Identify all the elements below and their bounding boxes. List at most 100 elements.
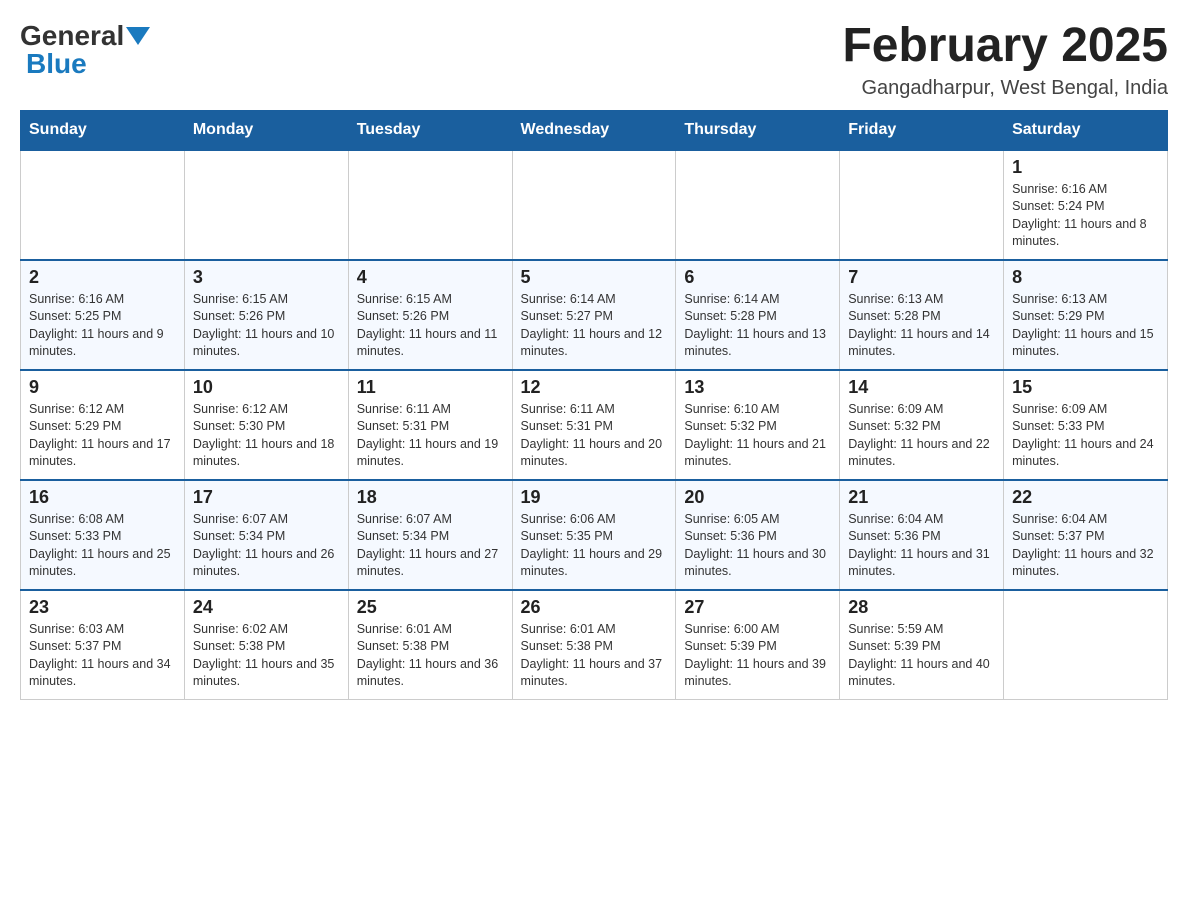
calendar-cell: 2Sunrise: 6:16 AMSunset: 5:25 PMDaylight… [21,260,185,370]
calendar-cell: 10Sunrise: 6:12 AMSunset: 5:30 PMDayligh… [184,370,348,480]
calendar-cell [1004,590,1168,700]
day-number: 13 [684,377,831,398]
day-info: Sunrise: 5:59 AMSunset: 5:39 PMDaylight:… [848,621,995,691]
day-number: 15 [1012,377,1159,398]
day-number: 8 [1012,267,1159,288]
calendar-col-friday: Friday [840,110,1004,150]
day-number: 19 [521,487,668,508]
day-info: Sunrise: 6:15 AMSunset: 5:26 PMDaylight:… [357,291,504,361]
day-number: 17 [193,487,340,508]
calendar-cell: 9 Sunrise: 6:12 AMSunset: 5:29 PMDaylight… [21,370,185,480]
day-number: 20 [684,487,831,508]
day-info: Sunrise: 6:12 AMSunset: 5:29 PMDaylight:… [29,401,176,471]
day-number: 23 [29,597,176,618]
day-number: 14 [848,377,995,398]
day-number: 3 [193,267,340,288]
day-number: 24 [193,597,340,618]
day-info: Sunrise: 6:04 AMSunset: 5:36 PMDaylight:… [848,511,995,581]
day-info: Sunrise: 6:01 AMSunset: 5:38 PMDaylight:… [521,621,668,691]
calendar-col-sunday: Sunday [21,110,185,150]
day-number: 21 [848,487,995,508]
calendar-cell: 23 Sunrise: 6:03 AMSunset: 5:37 PMDayligh… [21,590,185,700]
day-info: Sunrise: 6:10 AMSunset: 5:32 PMDaylight:… [684,401,831,471]
title-section: February 2025 Gangadharpur, West Bengal,… [842,20,1168,100]
calendar-cell [21,150,185,260]
calendar-cell [512,150,676,260]
calendar-cell: 4 Sunrise: 6:15 AMSunset: 5:26 PMDaylight… [348,260,512,370]
calendar-cell: 22Sunrise: 6:04 AMSunset: 5:37 PMDayligh… [1004,480,1168,590]
day-info: Sunrise: 6:11 AMSunset: 5:31 PMDaylight:… [357,401,504,471]
calendar-week-row: 1 Sunrise: 6:16 AMSunset: 5:24 PMDaylight… [21,150,1168,260]
day-info: Sunrise: 6:03 AMSunset: 5:37 PMDaylight:… [29,621,176,691]
day-number: 4 [357,267,504,288]
day-number: 7 [848,267,995,288]
calendar-header-row: SundayMondayTuesdayWednesdayThursdayFrid… [21,110,1168,150]
day-info: Sunrise: 6:16 AMSunset: 5:24 PMDaylight:… [1012,181,1159,251]
calendar-cell: 7 Sunrise: 6:13 AMSunset: 5:28 PMDaylight… [840,260,1004,370]
calendar-cell [348,150,512,260]
day-info: Sunrise: 6:14 AMSunset: 5:27 PMDaylight:… [521,291,668,361]
calendar-cell [184,150,348,260]
day-number: 9 [29,377,176,398]
page-header: General Blue February 2025 Gangadharpur,… [20,20,1168,100]
day-number: 11 [357,377,504,398]
calendar-cell: 5 Sunrise: 6:14 AMSunset: 5:27 PMDaylight… [512,260,676,370]
calendar-table: SundayMondayTuesdayWednesdayThursdayFrid… [20,110,1168,701]
calendar-cell: 14 Sunrise: 6:09 AMSunset: 5:32 PMDayligh… [840,370,1004,480]
day-info: Sunrise: 6:00 AMSunset: 5:39 PMDaylight:… [684,621,831,691]
calendar-col-tuesday: Tuesday [348,110,512,150]
day-info: Sunrise: 6:05 AMSunset: 5:36 PMDaylight:… [684,511,831,581]
day-info: Sunrise: 6:14 AMSunset: 5:28 PMDaylight:… [684,291,831,361]
calendar-cell: 18Sunrise: 6:07 AMSunset: 5:34 PMDayligh… [348,480,512,590]
calendar-cell [840,150,1004,260]
day-number: 16 [29,487,176,508]
calendar-cell: 17 Sunrise: 6:07 AMSunset: 5:34 PMDayligh… [184,480,348,590]
calendar-body: 1 Sunrise: 6:16 AMSunset: 5:24 PMDaylight… [21,150,1168,700]
calendar-cell: 19Sunrise: 6:06 AMSunset: 5:35 PMDayligh… [512,480,676,590]
calendar-cell: 11 Sunrise: 6:11 AMSunset: 5:31 PMDayligh… [348,370,512,480]
calendar-cell: 21 Sunrise: 6:04 AMSunset: 5:36 PMDayligh… [840,480,1004,590]
calendar-cell: 28 Sunrise: 5:59 AMSunset: 5:39 PMDayligh… [840,590,1004,700]
day-info: Sunrise: 6:02 AMSunset: 5:38 PMDaylight:… [193,621,340,691]
day-number: 12 [521,377,668,398]
month-title: February 2025 [842,20,1168,73]
calendar-col-thursday: Thursday [676,110,840,150]
day-number: 27 [684,597,831,618]
calendar-cell: 25Sunrise: 6:01 AMSunset: 5:38 PMDayligh… [348,590,512,700]
day-number: 1 [1012,157,1159,178]
calendar-cell: 13 Sunrise: 6:10 AMSunset: 5:32 PMDayligh… [676,370,840,480]
day-number: 18 [357,487,504,508]
day-number: 22 [1012,487,1159,508]
day-info: Sunrise: 6:08 AMSunset: 5:33 PMDaylight:… [29,511,176,581]
calendar-header: SundayMondayTuesdayWednesdayThursdayFrid… [21,110,1168,150]
calendar-cell [676,150,840,260]
day-number: 5 [521,267,668,288]
calendar-cell: 24 Sunrise: 6:02 AMSunset: 5:38 PMDayligh… [184,590,348,700]
day-info: Sunrise: 6:07 AMSunset: 5:34 PMDaylight:… [193,511,340,581]
day-info: Sunrise: 6:11 AMSunset: 5:31 PMDaylight:… [521,401,668,471]
calendar-cell: 12 Sunrise: 6:11 AMSunset: 5:31 PMDayligh… [512,370,676,480]
calendar-cell: 8 Sunrise: 6:13 AMSunset: 5:29 PMDaylight… [1004,260,1168,370]
day-info: Sunrise: 6:09 AMSunset: 5:33 PMDaylight:… [1012,401,1159,471]
calendar-week-row: 16 Sunrise: 6:08 AMSunset: 5:33 PMDayligh… [21,480,1168,590]
day-info: Sunrise: 6:13 AMSunset: 5:29 PMDaylight:… [1012,291,1159,361]
calendar-cell: 27 Sunrise: 6:00 AMSunset: 5:39 PMDayligh… [676,590,840,700]
day-info: Sunrise: 6:15 AMSunset: 5:26 PMDaylight:… [193,291,340,361]
calendar-week-row: 9 Sunrise: 6:12 AMSunset: 5:29 PMDaylight… [21,370,1168,480]
day-info: Sunrise: 6:09 AMSunset: 5:32 PMDaylight:… [848,401,995,471]
calendar-cell: 3 Sunrise: 6:15 AMSunset: 5:26 PMDaylight… [184,260,348,370]
day-info: Sunrise: 6:12 AMSunset: 5:30 PMDaylight:… [193,401,340,471]
day-number: 6 [684,267,831,288]
calendar-week-row: 2Sunrise: 6:16 AMSunset: 5:25 PMDaylight… [21,260,1168,370]
calendar-col-saturday: Saturday [1004,110,1168,150]
day-number: 2 [29,267,176,288]
calendar-cell: 16 Sunrise: 6:08 AMSunset: 5:33 PMDayligh… [21,480,185,590]
day-info: Sunrise: 6:01 AMSunset: 5:38 PMDaylight:… [357,621,504,691]
day-info: Sunrise: 6:13 AMSunset: 5:28 PMDaylight:… [848,291,995,361]
calendar-cell: 15 Sunrise: 6:09 AMSunset: 5:33 PMDayligh… [1004,370,1168,480]
calendar-cell: 26 Sunrise: 6:01 AMSunset: 5:38 PMDayligh… [512,590,676,700]
logo-triangle-icon [126,27,150,45]
day-number: 28 [848,597,995,618]
calendar-cell: 6 Sunrise: 6:14 AMSunset: 5:28 PMDaylight… [676,260,840,370]
day-number: 26 [521,597,668,618]
